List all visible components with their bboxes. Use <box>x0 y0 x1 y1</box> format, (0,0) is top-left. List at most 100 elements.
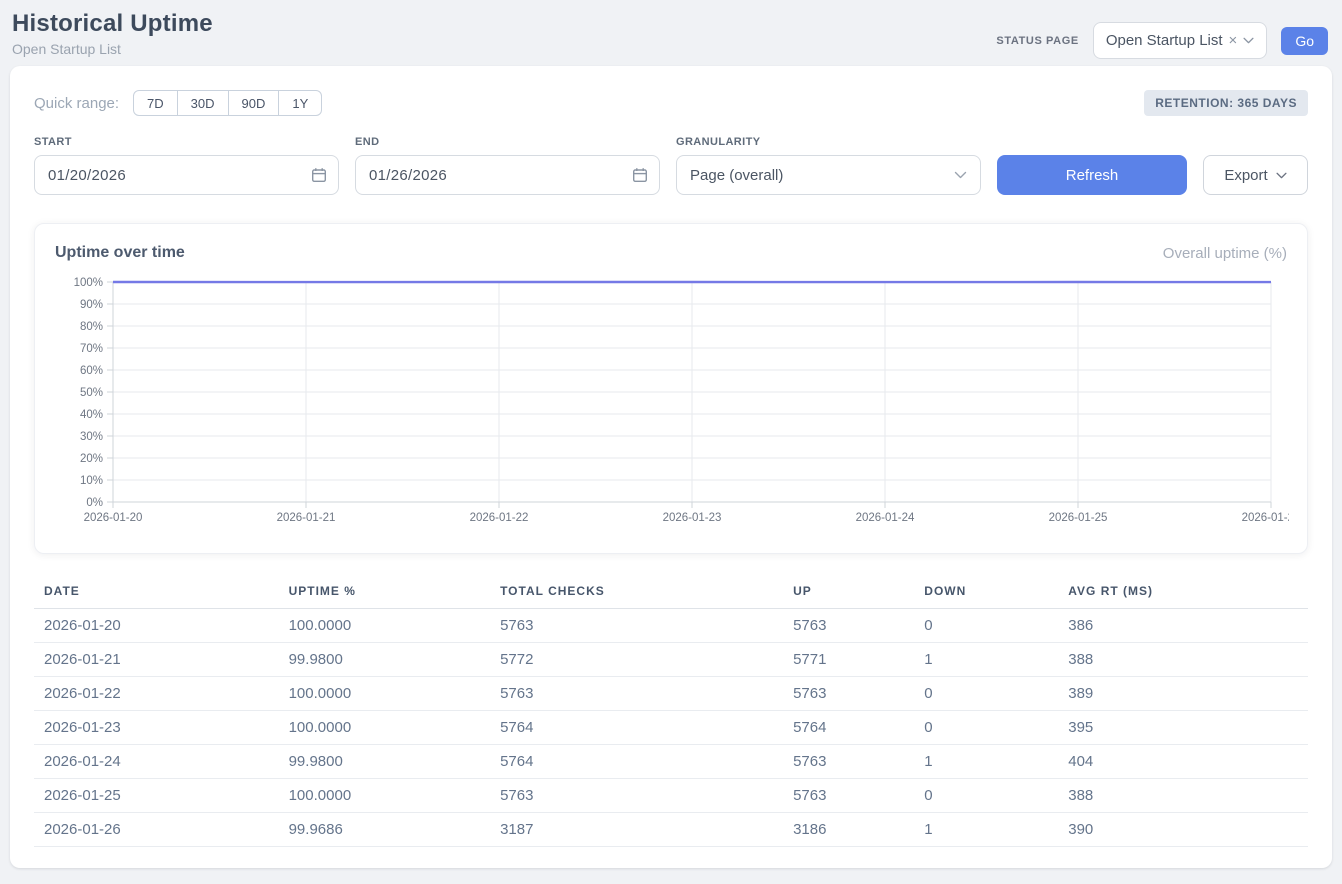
chevron-down-icon <box>1276 172 1287 179</box>
quick-range-button-30d[interactable]: 30D <box>177 90 229 116</box>
table-cell: 388 <box>1058 779 1308 813</box>
svg-text:90%: 90% <box>80 299 103 311</box>
table-row: 2026-01-20100.0000576357630386 <box>34 609 1308 643</box>
table-row: 2026-01-2199.9800577257711388 <box>34 643 1308 677</box>
table-cell: 5771 <box>783 643 914 677</box>
table-cell: 5764 <box>490 745 783 779</box>
table-cell: 100.0000 <box>279 677 490 711</box>
chart-title: Uptime over time <box>55 244 185 262</box>
retention-badge: RETENTION: 365 DAYS <box>1144 90 1308 116</box>
table-column-header: AVG RT (MS) <box>1058 578 1308 609</box>
svg-text:2026-01-23: 2026-01-23 <box>663 512 722 524</box>
table-cell: 2026-01-22 <box>34 677 279 711</box>
table-cell: 0 <box>914 779 1058 813</box>
table-cell: 99.9686 <box>279 813 490 847</box>
uptime-table: DATEUPTIME %TOTAL CHECKSUPDOWNAVG RT (MS… <box>34 578 1308 847</box>
status-page-select[interactable]: Open Startup List × <box>1093 22 1268 59</box>
end-date-input[interactable] <box>355 155 660 195</box>
svg-text:0%: 0% <box>86 497 103 509</box>
table-cell: 404 <box>1058 745 1308 779</box>
table-column-header: TOTAL CHECKS <box>490 578 783 609</box>
table-cell: 100.0000 <box>279 779 490 813</box>
table-cell: 100.0000 <box>279 711 490 745</box>
svg-text:2026-01-24: 2026-01-24 <box>856 512 915 524</box>
table-cell: 99.9800 <box>279 643 490 677</box>
svg-text:60%: 60% <box>80 365 103 377</box>
table-cell: 5763 <box>783 677 914 711</box>
svg-text:40%: 40% <box>80 409 103 421</box>
svg-text:100%: 100% <box>74 277 103 289</box>
table-cell: 0 <box>914 677 1058 711</box>
top-header: Historical Uptime Open Startup List STAT… <box>0 0 1342 66</box>
chart-legend: Overall uptime (%) <box>1163 245 1287 262</box>
table-cell: 5763 <box>783 745 914 779</box>
table-cell: 3187 <box>490 813 783 847</box>
table-column-header: UPTIME % <box>279 578 490 609</box>
chevron-down-icon <box>954 171 967 179</box>
status-page-label: STATUS PAGE <box>996 35 1078 47</box>
page-title: Historical Uptime <box>12 10 213 38</box>
table-cell: 395 <box>1058 711 1308 745</box>
table-cell: 2026-01-25 <box>34 779 279 813</box>
svg-text:2026-01-26: 2026-01-26 <box>1242 512 1289 524</box>
page-subtitle: Open Startup List <box>12 41 213 57</box>
table-row: 2026-01-2699.9686318731861390 <box>34 813 1308 847</box>
table-row: 2026-01-2499.9800576457631404 <box>34 745 1308 779</box>
export-button-label: Export <box>1224 167 1267 184</box>
clear-selection-icon[interactable]: × <box>1229 33 1238 48</box>
svg-text:2026-01-22: 2026-01-22 <box>470 512 529 524</box>
table-row: 2026-01-25100.0000576357630388 <box>34 779 1308 813</box>
header-controls: STATUS PAGE Open Startup List × Go <box>996 22 1328 59</box>
quick-range-row: Quick range: 7D30D90D1Y RETENTION: 365 D… <box>34 90 1308 116</box>
export-button[interactable]: Export <box>1203 155 1308 195</box>
svg-text:20%: 20% <box>80 453 103 465</box>
status-page-selected-value: Open Startup List <box>1106 32 1223 49</box>
table-cell: 1 <box>914 813 1058 847</box>
end-label: END <box>355 136 660 148</box>
table-cell: 99.9800 <box>279 745 490 779</box>
svg-text:80%: 80% <box>80 321 103 333</box>
table-cell: 5764 <box>783 711 914 745</box>
table-row: 2026-01-22100.0000576357630389 <box>34 677 1308 711</box>
table-cell: 0 <box>914 609 1058 643</box>
main-card: Quick range: 7D30D90D1Y RETENTION: 365 D… <box>10 66 1332 868</box>
granularity-label: GRANULARITY <box>676 136 981 148</box>
table-cell: 1 <box>914 643 1058 677</box>
table-cell: 389 <box>1058 677 1308 711</box>
table-cell: 2026-01-23 <box>34 711 279 745</box>
table-cell: 2026-01-20 <box>34 609 279 643</box>
table-column-header: DOWN <box>914 578 1058 609</box>
chevron-down-icon <box>1243 37 1254 44</box>
quick-range-button-90d[interactable]: 90D <box>228 90 280 116</box>
granularity-select[interactable]: Page (overall) <box>676 155 981 195</box>
end-date-field-group: END <box>355 136 660 195</box>
table-cell: 390 <box>1058 813 1308 847</box>
table-cell: 5764 <box>490 711 783 745</box>
svg-text:10%: 10% <box>80 475 103 487</box>
refresh-button[interactable]: Refresh <box>997 155 1187 195</box>
table-cell: 5763 <box>490 779 783 813</box>
go-button[interactable]: Go <box>1281 27 1328 55</box>
filters-row: START END GRANULARITY Page (overall) <box>34 136 1308 195</box>
table-cell: 3186 <box>783 813 914 847</box>
title-block: Historical Uptime Open Startup List <box>12 10 213 57</box>
table-column-header: DATE <box>34 578 279 609</box>
quick-range-button-7d[interactable]: 7D <box>133 90 178 116</box>
calendar-icon[interactable] <box>311 167 327 183</box>
svg-text:2026-01-25: 2026-01-25 <box>1049 512 1108 524</box>
table-cell: 388 <box>1058 643 1308 677</box>
svg-text:2026-01-21: 2026-01-21 <box>277 512 336 524</box>
table-cell: 5763 <box>783 779 914 813</box>
quick-range-button-1y[interactable]: 1Y <box>278 90 322 116</box>
table-body: 2026-01-20100.00005763576303862026-01-21… <box>34 609 1308 847</box>
table-column-header: UP <box>783 578 914 609</box>
uptime-line-chart: 0%10%20%30%40%50%60%70%80%90%100%2026-01… <box>55 274 1289 532</box>
uptime-chart-card: Uptime over time Overall uptime (%) 0% 10… <box>34 223 1308 554</box>
start-date-input[interactable] <box>34 155 339 195</box>
table-cell: 1 <box>914 745 1058 779</box>
calendar-icon[interactable] <box>632 167 648 183</box>
table-cell: 0 <box>914 711 1058 745</box>
table-cell: 2026-01-21 <box>34 643 279 677</box>
quick-range-label: Quick range: <box>34 95 119 112</box>
svg-text:70%: 70% <box>80 343 103 355</box>
